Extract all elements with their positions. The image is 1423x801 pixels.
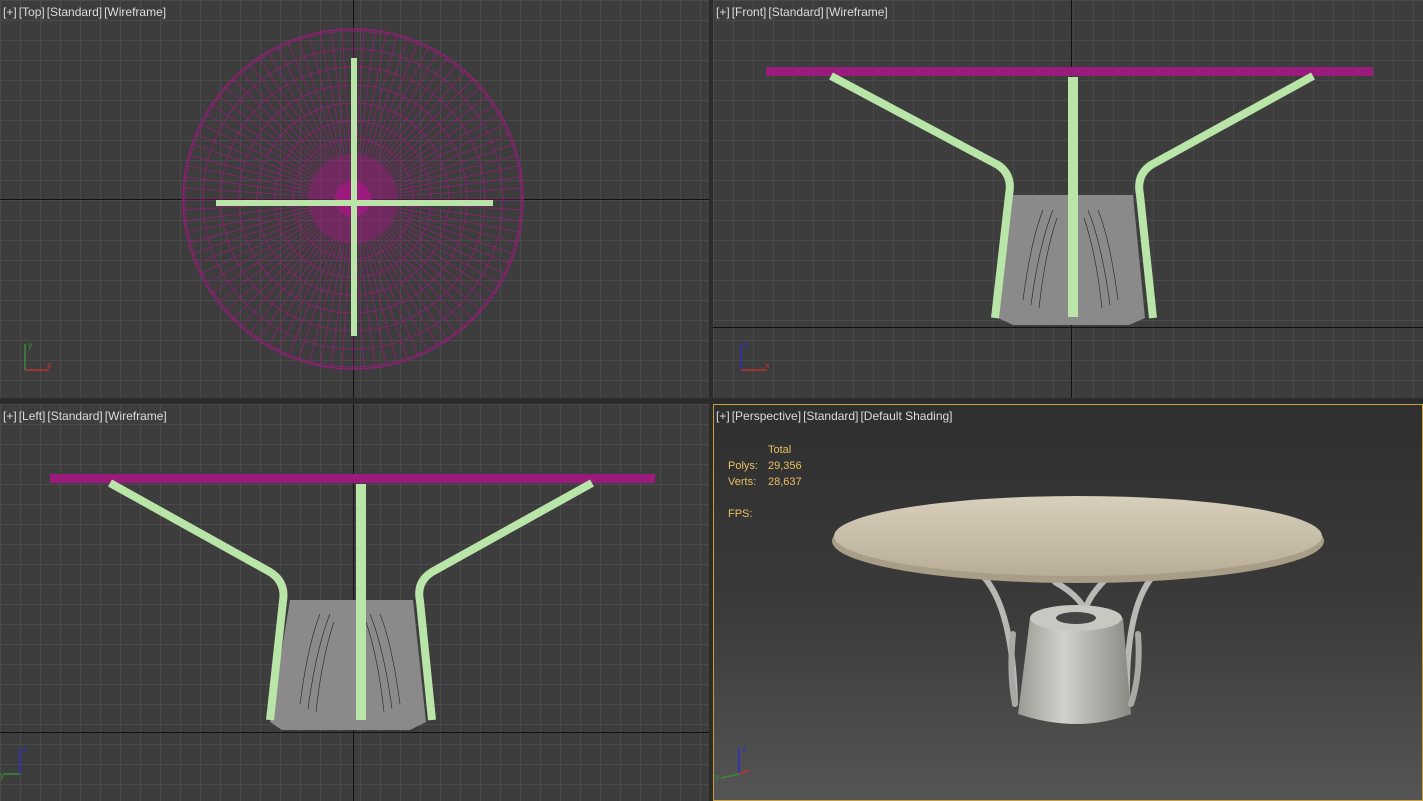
axis-gizmo-icon: z x [740,340,770,371]
svg-text:y: y [715,772,720,782]
svg-text:z: z [742,744,747,754]
axis-gizmo-icon: y x [24,340,52,371]
viewport-left[interactable]: [+] [Left] [Standard] [Wireframe] z y [0,404,709,801]
table-wireframe-top[interactable] [0,0,709,398]
table-wireframe-front[interactable] [713,0,1423,398]
svg-text:x: x [47,360,52,370]
svg-text:x: x [765,360,770,370]
svg-text:z: z [23,744,28,754]
table-wireframe-left[interactable] [0,404,709,801]
table-shaded-model[interactable] [713,404,1423,801]
viewport-perspective[interactable]: [+] [Perspective] [Standard] [Default Shadi… [713,404,1423,801]
svg-text:y: y [28,340,33,350]
svg-text:y: y [0,770,5,780]
axis-gizmo-icon: z y [715,744,750,782]
axis-gizmo-icon: z y [0,744,28,780]
viewport-top[interactable]: [+] [Top] [Standard] [Wireframe] y x [0,0,709,398]
svg-text:z: z [744,340,749,350]
viewport-front[interactable]: [+] [Front] [Standard] [Wireframe] z x [713,0,1423,398]
